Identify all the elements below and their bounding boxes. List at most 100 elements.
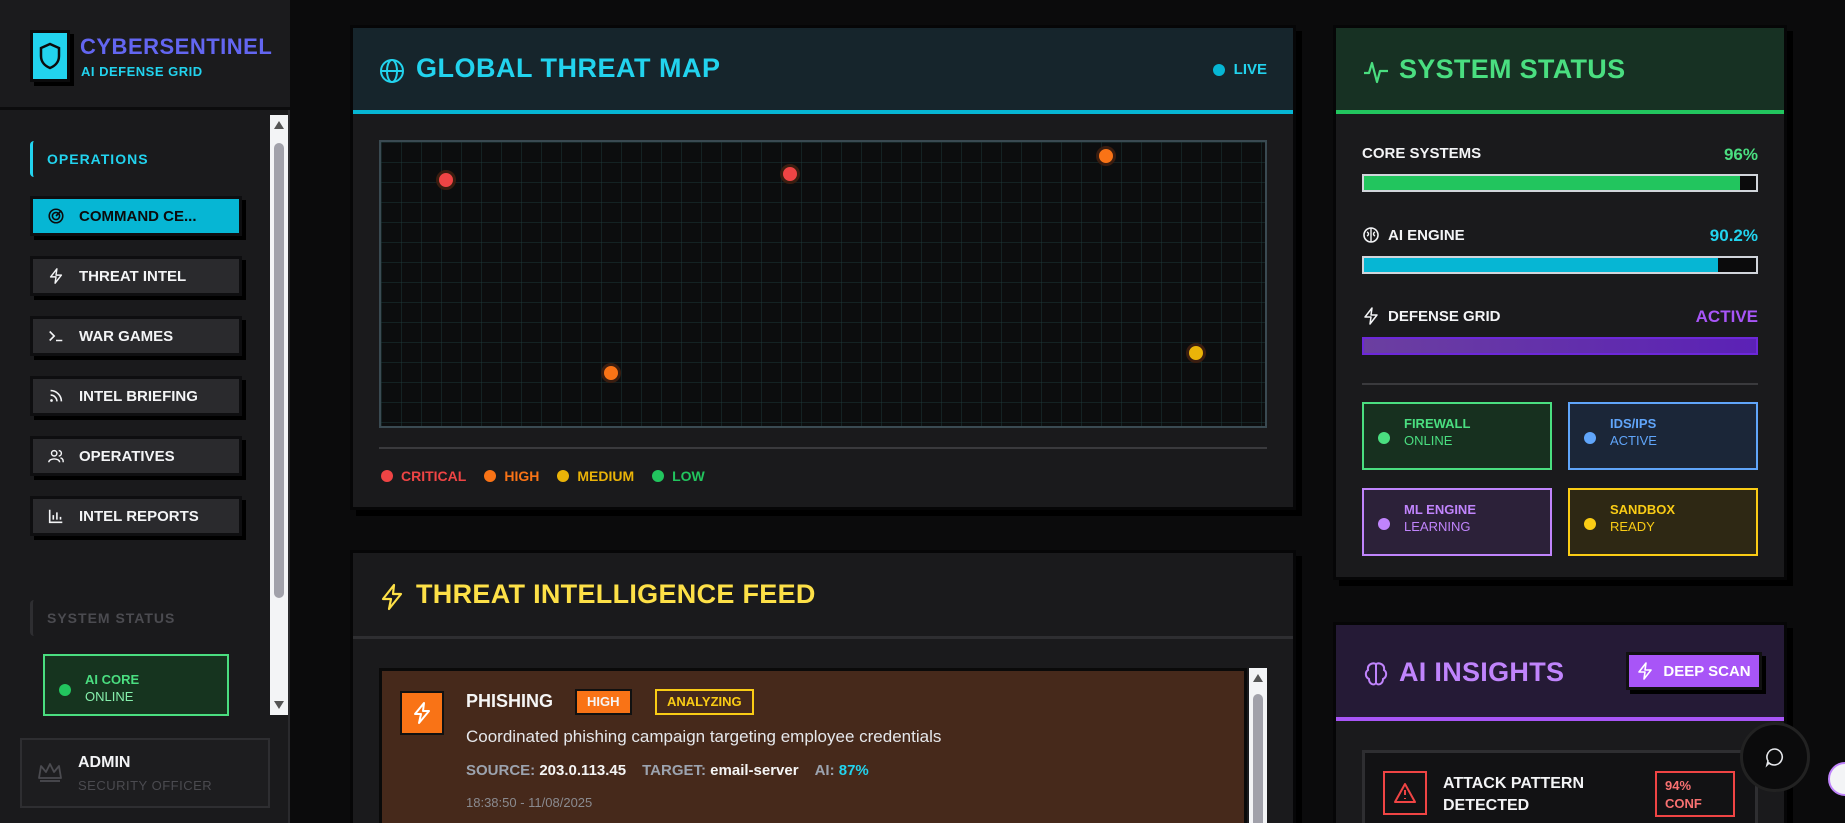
severity-badge: HIGH [575,689,632,715]
panel-title: GLOBAL THREAT MAP [416,53,721,83]
global-threat-map-panel: GLOBAL THREAT MAP LIVE CRITICAL HIGH MED… [350,25,1296,510]
progress-fill [1364,339,1756,353]
legend-item-low: LOW [652,468,705,484]
service-name: ML ENGINE [1404,502,1476,517]
progress-bar [1362,174,1758,192]
zap-icon [400,691,444,735]
message-circle-icon [1765,748,1784,768]
service-ml-engine: ML ENGINE LEARNING [1362,488,1552,556]
scroll-up-arrow-icon[interactable] [1253,674,1263,682]
metric-value: 96% [1723,145,1758,164]
service-state: LEARNING [1404,519,1471,534]
metric-label-row: AI ENGINE [1362,226,1758,244]
sidebar-item-label: COMMAND CE... [79,207,197,225]
status-dot [1584,518,1596,530]
assistant-avatar[interactable] [1828,762,1845,796]
section-label-operations: OPERATIONS [30,141,149,177]
target-field: TARGET: email-server [642,762,798,779]
metric-label: CORE SYSTEMS [1362,145,1482,162]
feed-scrollbar[interactable] [1249,668,1267,823]
sidebar-item-label: THREAT INTEL [79,267,187,285]
scroll-up-arrow-icon[interactable] [274,121,284,129]
sidebar-item-intel-reports[interactable]: INTEL REPORTS [30,496,242,536]
sidebar-item-threat-intel[interactable]: THREAT INTEL [30,256,242,296]
metric-core-systems: CORE SYSTEMS 96% [1362,145,1758,192]
threat-meta: SOURCE: 203.0.113.45 TARGET: email-serve… [466,762,869,779]
progress-bar [1362,256,1758,274]
chat-button[interactable] [1740,722,1810,792]
section-label-system-status: SYSTEM STATUS [30,600,175,636]
legend-label: LOW [672,468,705,484]
scrollbar-thumb[interactable] [274,143,284,598]
system-status-panel: SYSTEM STATUS CORE SYSTEMS 96% AI ENGINE… [1333,25,1787,580]
sidebar-item-intel-briefing[interactable]: INTEL BRIEFING [30,376,242,416]
user-name: ADMIN [78,754,131,771]
sidebar-item-label: INTEL BRIEFING [79,387,198,405]
threat-point-high[interactable] [1095,146,1116,167]
ai-field: AI: 87% [815,762,869,779]
globe-icon [380,59,404,83]
bar-chart-icon [48,509,63,524]
source-value: 203.0.113.45 [539,762,627,779]
service-state: ACTIVE [1610,433,1657,448]
sidebar-nav: OPERATIONS COMMAND CE... THREAT INTEL WA… [0,113,290,716]
progress-fill [1364,258,1718,272]
status-dot [1378,432,1390,444]
status-dot [1584,432,1596,444]
metric-value: 90.2% [1709,226,1758,245]
legend-item-high: HIGH [484,468,539,484]
threat-map-canvas[interactable] [379,140,1267,428]
warning-icon [1383,771,1427,815]
insight-card[interactable]: ATTACK PATTERN DETECTED 94% CONF [1362,750,1758,823]
insight-title: ATTACK PATTERN DETECTED [1443,775,1585,814]
metric-label: DEFENSE GRID [1388,307,1501,325]
brand-header: CYBERSENTINEL AI DEFENSE GRID [0,0,290,110]
sidebar-item-operatives[interactable]: OPERATIVES [30,436,242,476]
threat-point-high[interactable] [600,362,621,383]
legend-item-medium: MEDIUM [557,468,634,484]
panel-header: THREAT INTELLIGENCE FEED [353,553,1293,639]
service-state: READY [1610,519,1655,534]
crown-icon [38,763,62,782]
ai-value: 87% [838,762,869,779]
source-field: SOURCE: 203.0.113.45 [466,762,626,779]
live-indicator: LIVE [1212,61,1267,78]
scroll-down-arrow-icon[interactable] [274,701,284,709]
legend-dot [484,470,497,482]
rss-icon [50,389,63,402]
feed-item[interactable]: PHISHING HIGH ANALYZING Coordinated phis… [379,668,1247,823]
legend-label: HIGH [504,468,540,484]
threat-description: Coordinated phishing campaign targeting … [466,727,942,746]
scrollbar-thumb[interactable] [1253,694,1263,823]
service-firewall: FIREWALL ONLINE [1362,402,1552,470]
user-role: SECURITY OFFICER [78,778,213,793]
zap-icon [1638,662,1653,680]
threat-point-medium[interactable] [1186,342,1207,363]
legend-item-critical: CRITICAL [381,468,466,484]
shield-icon [30,30,70,82]
threat-point-critical[interactable] [780,164,801,185]
sidebar: CYBERSENTINEL AI DEFENSE GRID OPERATIONS… [0,0,290,823]
service-state: ONLINE [1404,433,1453,448]
panel-header: GLOBAL THREAT MAP LIVE [353,28,1293,114]
threat-legend: CRITICAL HIGH MEDIUM LOW [381,468,705,484]
sidebar-scrollbar[interactable] [270,115,288,715]
panel-header: AI INSIGHTS DEEP SCAN [1336,625,1784,721]
brain-icon [1364,662,1388,686]
service-name: IDS/IPS [1610,416,1657,431]
sidebar-item-label: INTEL REPORTS [79,507,199,525]
brand-subtitle: AI DEFENSE GRID [81,64,203,79]
sidebar-item-command-center[interactable]: COMMAND CE... [30,196,242,236]
panel-title: THREAT INTELLIGENCE FEED [416,579,816,609]
user-profile[interactable]: ADMIN SECURITY OFFICER [20,738,270,808]
panel-title: AI INSIGHTS [1399,657,1565,687]
ai-insights-panel: AI INSIGHTS DEEP SCAN ATTACK PATTERN DET… [1333,622,1787,823]
threat-intelligence-feed-panel: THREAT INTELLIGENCE FEED PHISHING HIGH A… [350,550,1296,823]
confidence-badge: 94% CONF [1655,771,1735,817]
legend-dot [557,470,570,482]
threat-point-critical[interactable] [435,170,456,191]
users-icon [48,449,64,463]
deep-scan-button[interactable]: DEEP SCAN [1626,652,1762,690]
sidebar-item-war-games[interactable]: WAR GAMES [30,316,242,356]
target-value: email-server [710,762,799,779]
